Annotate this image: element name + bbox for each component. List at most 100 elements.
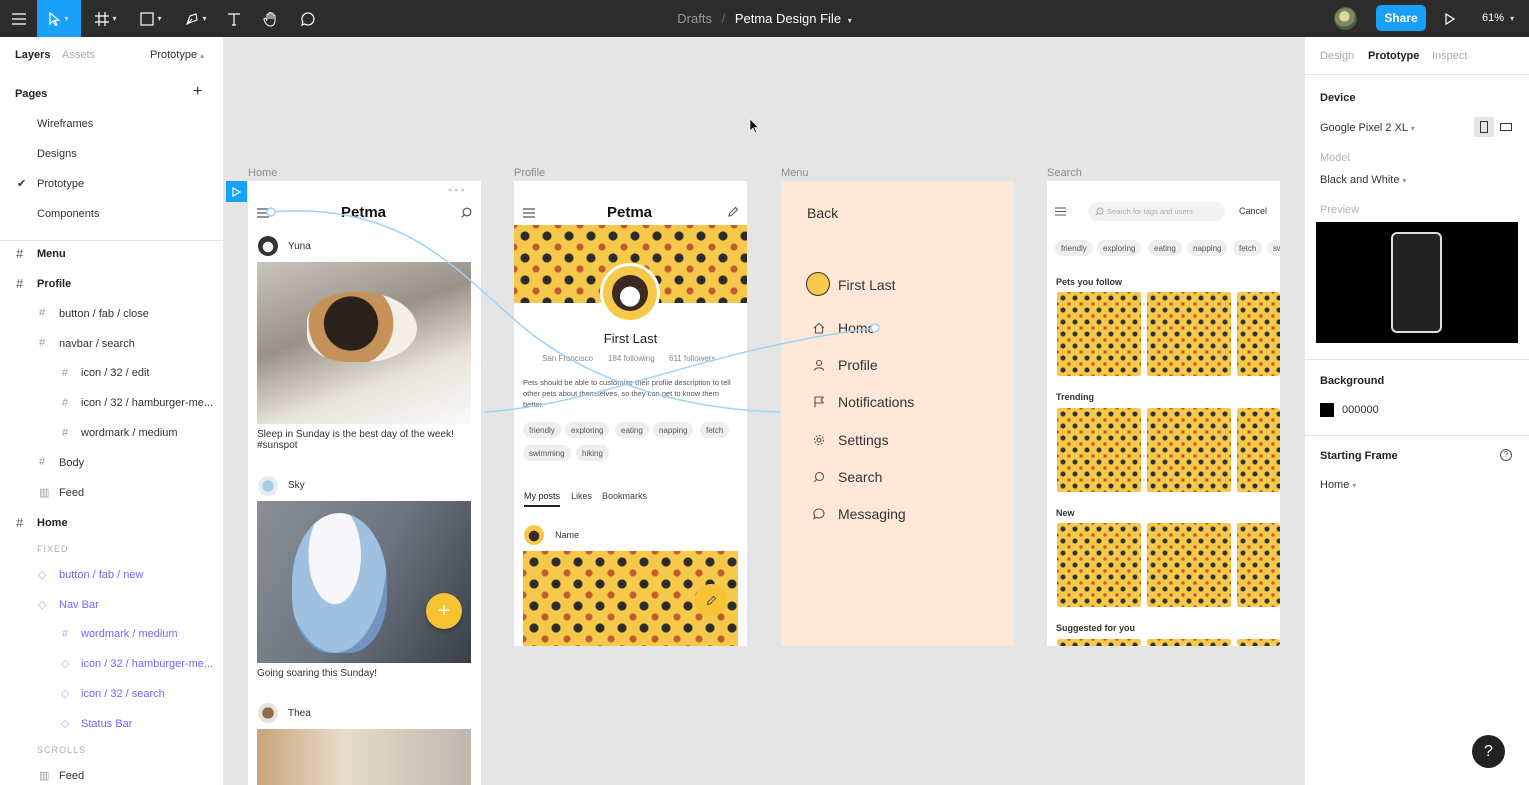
landscape-toggle[interactable] — [1496, 117, 1516, 137]
tab-layers[interactable]: Layers — [15, 49, 50, 61]
hamburger-icon[interactable] — [1055, 207, 1066, 216]
layer-button-fab-close[interactable]: button / fab / close — [59, 308, 149, 320]
menu-item-profile[interactable]: Profile — [838, 357, 878, 373]
tag-chip[interactable]: friendly — [1055, 240, 1093, 256]
grid-tile[interactable] — [1147, 523, 1231, 607]
layer-icon-edit[interactable]: icon / 32 / edit — [81, 367, 150, 379]
layer-menu[interactable]: Menu — [37, 248, 66, 260]
page-item-designs[interactable]: Designs — [37, 148, 77, 160]
grid-tile[interactable] — [1057, 292, 1141, 376]
tag-chip[interactable]: fetch — [700, 422, 730, 438]
grid-tile[interactable] — [1237, 639, 1280, 646]
grid-tile[interactable] — [1147, 639, 1231, 646]
device-select[interactable]: Google Pixel 2 XL ▾ — [1320, 122, 1415, 134]
layer-nav-bar[interactable]: Nav Bar — [59, 599, 99, 611]
pen-tool-button[interactable]: ▾ — [178, 0, 214, 37]
layer-wordmark-medium-2[interactable]: wordmark / medium — [81, 628, 178, 640]
tab-my-posts[interactable]: My posts — [524, 491, 561, 507]
post-username[interactable]: Sky — [288, 480, 305, 491]
menu-item-notifications[interactable]: Notifications — [838, 394, 914, 410]
chevron-down-icon[interactable]: ▾ — [848, 16, 852, 25]
tag-chip[interactable]: fetch — [1233, 240, 1263, 256]
grid-tile[interactable] — [1057, 523, 1141, 607]
tag-chip[interactable]: napping — [1187, 240, 1228, 256]
tag-chip[interactable]: napping — [653, 422, 694, 438]
hand-tool-button[interactable] — [259, 0, 283, 37]
frame-label-search[interactable]: Search — [1047, 167, 1082, 179]
tab-likes[interactable]: Likes — [571, 491, 592, 501]
page-item-components[interactable]: Components — [37, 208, 99, 220]
main-menu-icon[interactable] — [0, 0, 37, 37]
grid-tile[interactable] — [1147, 292, 1231, 376]
layer-button-fab-new[interactable]: button / fab / new — [59, 569, 143, 581]
help-icon[interactable]: ? — [1500, 449, 1512, 461]
user-avatar[interactable] — [1334, 7, 1357, 30]
fab-edit-button[interactable] — [695, 584, 727, 616]
tag-chip[interactable]: exploring — [565, 422, 610, 438]
tab-design[interactable]: Design — [1320, 50, 1354, 62]
page-item-prototype[interactable]: Prototype — [37, 178, 84, 190]
text-tool-button[interactable] — [222, 0, 246, 37]
frame-label-home[interactable]: Home — [248, 167, 277, 179]
zoom-level[interactable]: 61% ▾ — [1482, 12, 1514, 24]
menu-back-link[interactable]: Back — [807, 205, 838, 221]
layer-icon-hamburger[interactable]: icon / 32 / hamburger-me... — [81, 397, 213, 409]
post-username[interactable]: Thea — [288, 708, 311, 719]
tab-inspect[interactable]: Inspect — [1432, 50, 1467, 62]
shape-tool-button[interactable]: ▾ — [133, 0, 169, 37]
grid-tile[interactable] — [1237, 408, 1280, 492]
search-cancel-button[interactable]: Cancel — [1239, 206, 1267, 216]
grid-tile[interactable] — [1057, 408, 1141, 492]
portrait-toggle[interactable] — [1474, 117, 1494, 137]
layer-feed[interactable]: Feed — [59, 487, 84, 499]
layer-profile[interactable]: Profile — [37, 278, 71, 290]
layer-feed-2[interactable]: Feed — [59, 770, 84, 782]
search-frame[interactable]: Search for tags and users Cancel friendl… — [1047, 181, 1280, 646]
background-hex-input[interactable]: 000000 — [1342, 404, 1379, 416]
layer-body[interactable]: Body — [59, 457, 84, 469]
frame-label-profile[interactable]: Profile — [514, 167, 545, 179]
layer-wordmark-medium[interactable]: wordmark / medium — [81, 427, 178, 439]
tab-prototype[interactable]: Prototype — [1368, 50, 1419, 62]
grid-tile[interactable] — [1147, 408, 1231, 492]
search-icon[interactable] — [461, 207, 472, 218]
starting-frame-select[interactable]: Home ▾ — [1320, 479, 1356, 491]
layer-status-bar[interactable]: Status Bar — [81, 718, 132, 730]
layer-icon-hamburger-2[interactable]: icon / 32 / hamburger-me... — [81, 658, 213, 670]
tag-chip[interactable]: hiking — [576, 445, 609, 461]
present-button[interactable] — [1440, 0, 1460, 37]
layer-icon-search[interactable]: icon / 32 / search — [81, 688, 165, 700]
hamburger-icon[interactable] — [523, 208, 535, 218]
home-frame[interactable]: Petma ● ● ● Yuna Sleep in Sunday is the … — [248, 181, 481, 785]
layer-navbar-search[interactable]: navbar / search — [59, 338, 135, 350]
file-name[interactable]: Petma Design File — [735, 11, 841, 26]
share-button[interactable]: Share — [1376, 5, 1426, 31]
frame-tool-button[interactable]: ▾ — [88, 0, 124, 37]
search-input[interactable]: Search for tags and users — [1088, 202, 1225, 221]
fab-new-button[interactable]: + — [426, 593, 462, 629]
menu-item-messaging[interactable]: Messaging — [838, 506, 906, 522]
edit-icon[interactable] — [727, 206, 739, 218]
profile-avatar[interactable] — [600, 263, 660, 323]
post-username[interactable]: Yuna — [288, 241, 311, 252]
post-name[interactable]: Name — [555, 530, 579, 540]
grid-tile[interactable] — [1057, 639, 1141, 646]
move-tool-button[interactable]: ▾ — [37, 0, 81, 37]
menu-item-settings[interactable]: Settings — [838, 432, 889, 448]
layer-home[interactable]: Home — [37, 517, 68, 529]
frame-label-menu[interactable]: Menu — [781, 167, 809, 179]
post-photo[interactable] — [257, 262, 471, 424]
tag-chip[interactable]: eating — [1148, 240, 1182, 256]
menu-frame[interactable]: Back First Last Home Profile Notificatio… — [781, 181, 1014, 646]
tab-assets[interactable]: Assets — [62, 49, 95, 61]
help-button[interactable]: ? — [1472, 735, 1505, 768]
tag-chip[interactable]: friendly — [523, 422, 561, 438]
tag-chip[interactable]: eating — [615, 422, 649, 438]
page-item-wireframes[interactable]: Wireframes — [37, 118, 93, 130]
grid-tile[interactable] — [1237, 292, 1280, 376]
hamburger-icon[interactable] — [257, 208, 269, 218]
starting-frame-flag[interactable] — [226, 181, 247, 202]
page-mode-dropdown[interactable]: Prototype ▴ — [150, 49, 204, 61]
post-photo[interactable] — [257, 729, 471, 785]
tag-chip[interactable]: sw — [1267, 240, 1280, 256]
